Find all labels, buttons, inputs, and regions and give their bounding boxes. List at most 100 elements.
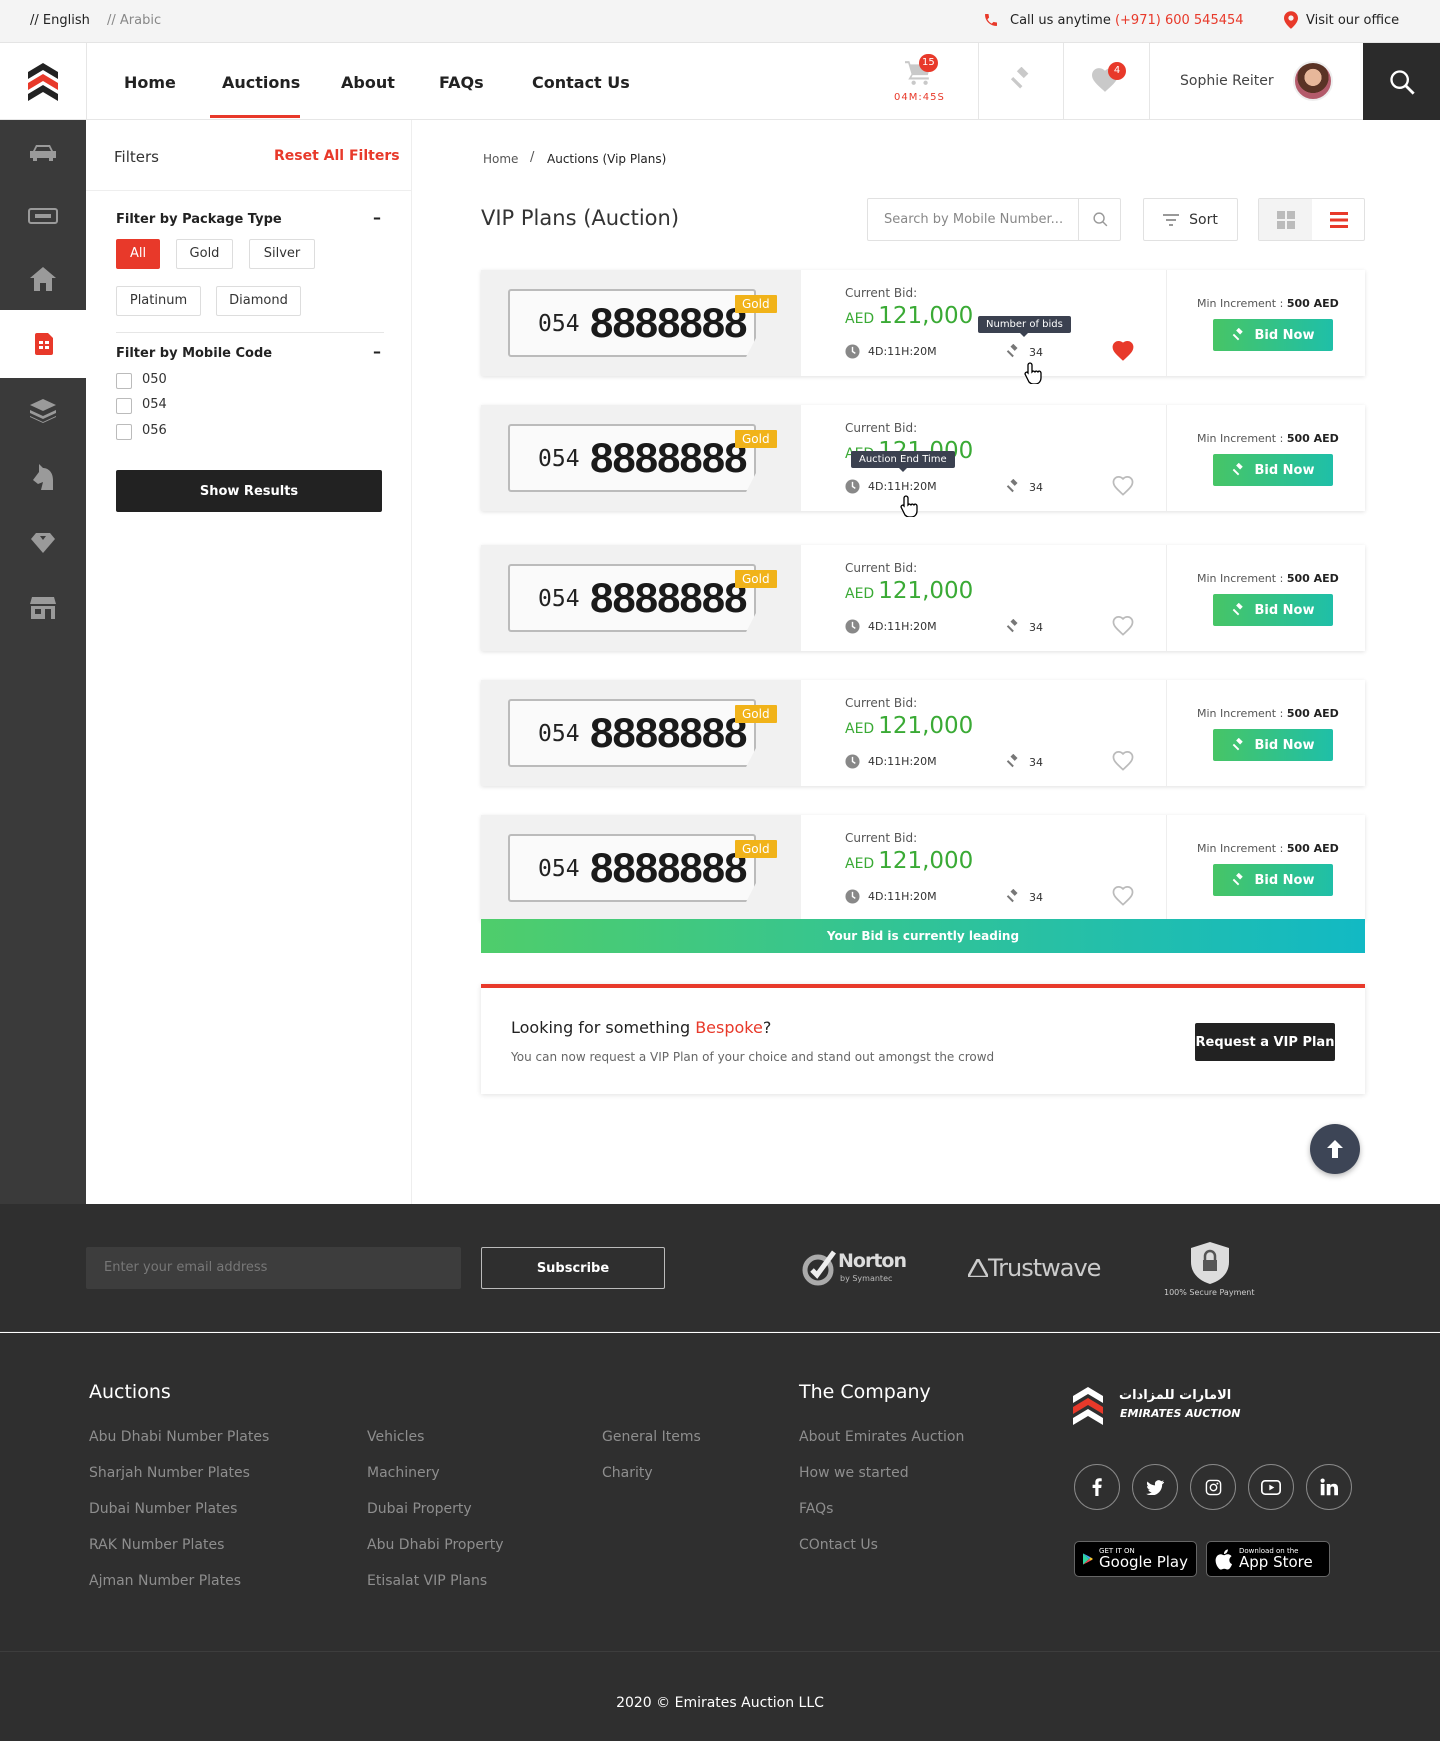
mobile-code: 054 (538, 586, 580, 612)
logo[interactable] (0, 43, 87, 120)
sort-label: Sort (1189, 211, 1218, 228)
app-store-button[interactable]: Download on the App Store (1206, 1541, 1330, 1577)
grid-view-button[interactable] (1259, 199, 1312, 240)
bid-count: 34 (1005, 619, 1043, 635)
footer-link[interactable]: About Emirates Auction (799, 1429, 964, 1445)
footer-link[interactable]: Vehicles (367, 1429, 424, 1445)
reset-filters-link[interactable]: Reset All Filters (274, 148, 400, 164)
request-vip-plan-button[interactable]: Request a VIP Plan (1195, 1023, 1335, 1061)
lang-arabic-link[interactable]: // Arabic (107, 13, 161, 28)
lang-english-link[interactable]: // English (30, 13, 90, 28)
package-chip-gold[interactable]: Gold (176, 239, 233, 269)
phone-number[interactable]: (+971) 600 545454 (1115, 13, 1244, 28)
bid-now-button[interactable]: Bid Now (1213, 729, 1333, 761)
secure-payment-badge: 100% Secure Payment (1162, 1242, 1257, 1298)
user-menu[interactable]: Sophie Reiter (1149, 43, 1363, 120)
package-chip-platinum[interactable]: Platinum (116, 286, 201, 316)
currency: AED (845, 721, 875, 737)
bid-now-button[interactable]: Bid Now (1213, 864, 1333, 896)
min-increment-value: 500 AED (1286, 842, 1339, 855)
favorite-button[interactable] (1111, 340, 1135, 365)
footer-link[interactable]: Dubai Number Plates (89, 1501, 237, 1517)
bid-now-button[interactable]: Bid Now (1213, 594, 1333, 626)
favorite-button[interactable] (1111, 885, 1135, 910)
back-to-top-button[interactable] (1310, 1124, 1360, 1174)
footer-link[interactable]: Abu Dhabi Number Plates (89, 1429, 269, 1445)
search-submit-button[interactable] (1078, 199, 1121, 240)
nav-auctions[interactable]: Auctions (222, 73, 300, 92)
bid-now-button[interactable]: Bid Now (1213, 319, 1333, 351)
facebook-button[interactable] (1074, 1464, 1120, 1510)
footer-link[interactable]: Machinery (367, 1465, 440, 1481)
footer-link[interactable]: Etisalat VIP Plans (367, 1573, 487, 1589)
footer-link[interactable]: Charity (602, 1465, 653, 1481)
listing-card[interactable]: 054 8888888 Gold Current Bid: AED121,000… (481, 545, 1365, 651)
footer-link[interactable]: Sharjah Number Plates (89, 1465, 250, 1481)
heart-icon (1112, 886, 1134, 906)
sidebar-item-jewelry[interactable] (0, 510, 86, 576)
favorite-button[interactable] (1111, 750, 1135, 775)
footer-logo[interactable]: الامارات للمزادات EMIRATES AUCTION (1073, 1387, 1273, 1427)
sidebar-item-property[interactable] (0, 246, 86, 312)
sidebar-item-plates[interactable] (0, 183, 86, 249)
footer-link[interactable]: Ajman Number Plates (89, 1573, 241, 1589)
store-icon (30, 597, 56, 619)
package-chip-silver[interactable]: Silver (249, 239, 315, 269)
sidebar-item-vip-plans[interactable] (0, 310, 86, 378)
bid-now-button[interactable]: Bid Now (1213, 454, 1333, 486)
footer-link[interactable]: Dubai Property (367, 1501, 472, 1517)
collapse-icon[interactable]: – (373, 208, 381, 227)
cart-button[interactable]: 15 04M:45S (876, 43, 978, 120)
favorite-button[interactable] (1111, 475, 1135, 500)
search-input[interactable]: Search by Mobile Number... (884, 212, 1063, 227)
favorite-button[interactable] (1111, 615, 1135, 640)
tier-badge: Gold (735, 295, 777, 313)
search-icon (1092, 212, 1107, 227)
listing-card[interactable]: 054 8888888 Gold Current Bid: AED121,000… (481, 680, 1365, 786)
wishlist-button[interactable]: 4 (1063, 43, 1149, 120)
gavel-icon (1233, 872, 1244, 885)
sort-button[interactable]: Sort (1143, 198, 1238, 241)
google-play-button[interactable]: GET IT ON Google Play (1074, 1541, 1197, 1577)
listing-card[interactable]: 054 8888888 Gold Current Bid: AED121,000… (481, 815, 1365, 921)
mobile-search-field[interactable]: Search by Mobile Number... (867, 198, 1121, 241)
instagram-button[interactable] (1190, 1464, 1236, 1510)
code-checkbox-050[interactable] (116, 373, 132, 389)
show-results-button[interactable]: Show Results (116, 470, 382, 512)
sidebar-item-general[interactable] (0, 378, 86, 444)
twitter-button[interactable] (1132, 1464, 1178, 1510)
nav-about[interactable]: About (341, 73, 395, 92)
visit-office-link[interactable]: Visit our office (1306, 13, 1399, 28)
email-input[interactable]: Enter your email address (86, 1247, 461, 1289)
code-checkbox-054[interactable] (116, 398, 132, 414)
header-search-button[interactable] (1363, 43, 1440, 120)
nav-faqs[interactable]: FAQs (439, 73, 484, 92)
package-chip-diamond[interactable]: Diamond (216, 286, 301, 316)
list-view-button[interactable] (1312, 199, 1365, 240)
divider (86, 190, 412, 191)
collapse-icon[interactable]: – (373, 342, 381, 361)
end-time-tooltip: Auction End Time (851, 451, 955, 472)
code-label-050: 050 (142, 372, 167, 387)
my-bids-button[interactable] (978, 43, 1063, 120)
listing-card[interactable]: 054 8888888 Gold Current Bid: AED121,000… (481, 270, 1365, 376)
sidebar-item-cars[interactable] (0, 120, 86, 186)
linkedin-button[interactable] (1306, 1464, 1352, 1510)
nav-contact[interactable]: Contact Us (532, 73, 630, 92)
footer-link[interactable]: Abu Dhabi Property (367, 1537, 504, 1553)
footer-link[interactable]: General Items (602, 1429, 701, 1445)
subscribe-button[interactable]: Subscribe (481, 1247, 665, 1289)
nav-home[interactable]: Home (124, 73, 176, 92)
bid-action: Min Increment : 500 AED Bid Now (1167, 815, 1365, 921)
breadcrumb-home[interactable]: Home (483, 152, 518, 166)
footer-link[interactable]: How we started (799, 1465, 909, 1481)
youtube-button[interactable] (1248, 1464, 1294, 1510)
footer-link[interactable]: COntact Us (799, 1537, 878, 1553)
sidebar-item-stores[interactable] (0, 575, 86, 641)
footer-link[interactable]: FAQs (799, 1501, 833, 1517)
package-chip-all[interactable]: All (116, 239, 160, 269)
current-bid-label: Current Bid: (845, 696, 918, 710)
footer-link[interactable]: RAK Number Plates (89, 1537, 224, 1553)
sidebar-item-horses[interactable] (0, 444, 86, 510)
code-checkbox-056[interactable] (116, 424, 132, 440)
